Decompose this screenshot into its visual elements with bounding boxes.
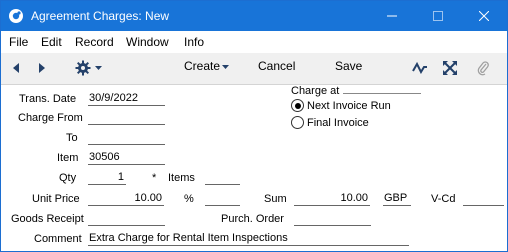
menu-record[interactable]: Record	[75, 35, 114, 49]
menu-edit[interactable]: Edit	[41, 35, 62, 49]
comment-field[interactable]: Extra Charge for Rental Item Inspections	[88, 231, 409, 246]
qty-label: Qty	[59, 172, 77, 184]
close-icon	[479, 11, 489, 21]
trans-date-field[interactable]: 30/9/2022	[88, 91, 165, 106]
menu-file[interactable]: File	[9, 35, 28, 49]
settings-menu-button[interactable]	[75, 60, 107, 76]
final-invoice-radio[interactable]	[291, 116, 304, 129]
menu-bar: File Edit Record Window Info	[1, 31, 507, 53]
vcd-label: V-Cd	[431, 193, 456, 205]
menu-info[interactable]: Info	[184, 35, 204, 49]
charge-from-label: Charge From	[18, 112, 83, 124]
next-record-icon[interactable]	[37, 62, 47, 74]
attachment-icon[interactable]	[477, 60, 489, 76]
vcd-field[interactable]	[463, 191, 504, 206]
menu-window[interactable]: Window	[126, 35, 169, 49]
window-title: Agreement Charges: New	[31, 9, 170, 23]
purch-order-field[interactable]	[294, 211, 371, 226]
percent-field[interactable]	[205, 191, 240, 206]
comment-label: Comment	[34, 233, 82, 245]
purch-order-label: Purch. Order	[221, 213, 284, 225]
maximize-icon	[433, 11, 443, 21]
activity-icon[interactable]	[412, 62, 428, 74]
qty-field[interactable]: 1	[88, 170, 126, 185]
minimize-icon	[387, 15, 397, 17]
item-field[interactable]: 30506	[88, 150, 165, 165]
charge-at-label: Charge at	[291, 85, 340, 97]
next-invoice-run-radio[interactable]	[291, 99, 304, 112]
items-label: Items	[168, 172, 195, 184]
cancel-button[interactable]: Cancel	[258, 59, 295, 73]
expand-icon[interactable]	[443, 61, 457, 75]
unit-price-field[interactable]: 10.00	[88, 191, 164, 206]
goods-receipt-label: Goods Receipt	[11, 213, 84, 225]
title-bar: Agreement Charges: New	[1, 1, 507, 31]
app-logo-icon	[9, 9, 23, 23]
minimize-button[interactable]	[369, 1, 415, 31]
create-dropdown-icon[interactable]	[222, 65, 229, 70]
to-label: To	[66, 132, 78, 144]
close-button[interactable]	[461, 1, 507, 31]
maximize-button[interactable]	[415, 1, 461, 31]
items-field[interactable]	[205, 170, 240, 185]
currency-field[interactable]: GBP	[383, 191, 411, 206]
goods-receipt-field[interactable]	[88, 211, 165, 226]
item-label: Item	[57, 152, 79, 164]
form-area: Trans. Date 30/9/2022 Charge at Next Inv…	[1, 85, 507, 251]
toolbar: Create Cancel Save	[1, 53, 507, 85]
chevron-down-icon	[95, 66, 102, 70]
gear-icon	[75, 60, 91, 76]
final-invoice-label: Final Invoice	[307, 117, 369, 129]
to-field[interactable]	[88, 130, 165, 145]
sum-field[interactable]: 10.00	[294, 191, 370, 206]
unit-price-label: Unit Price	[32, 193, 80, 205]
charge-at-divider	[343, 93, 421, 94]
create-button[interactable]: Create	[184, 59, 220, 73]
next-invoice-run-label: Next Invoice Run	[307, 100, 391, 112]
previous-record-icon[interactable]	[11, 62, 21, 74]
asterisk-label: *	[152, 172, 157, 184]
charge-from-field[interactable]	[88, 110, 165, 125]
trans-date-label: Trans. Date	[19, 93, 77, 105]
app-window: Agreement Charges: New File Edit Record …	[0, 0, 508, 252]
sum-label: Sum	[264, 193, 287, 205]
percent-label: %	[184, 193, 194, 205]
save-button[interactable]: Save	[335, 59, 362, 73]
